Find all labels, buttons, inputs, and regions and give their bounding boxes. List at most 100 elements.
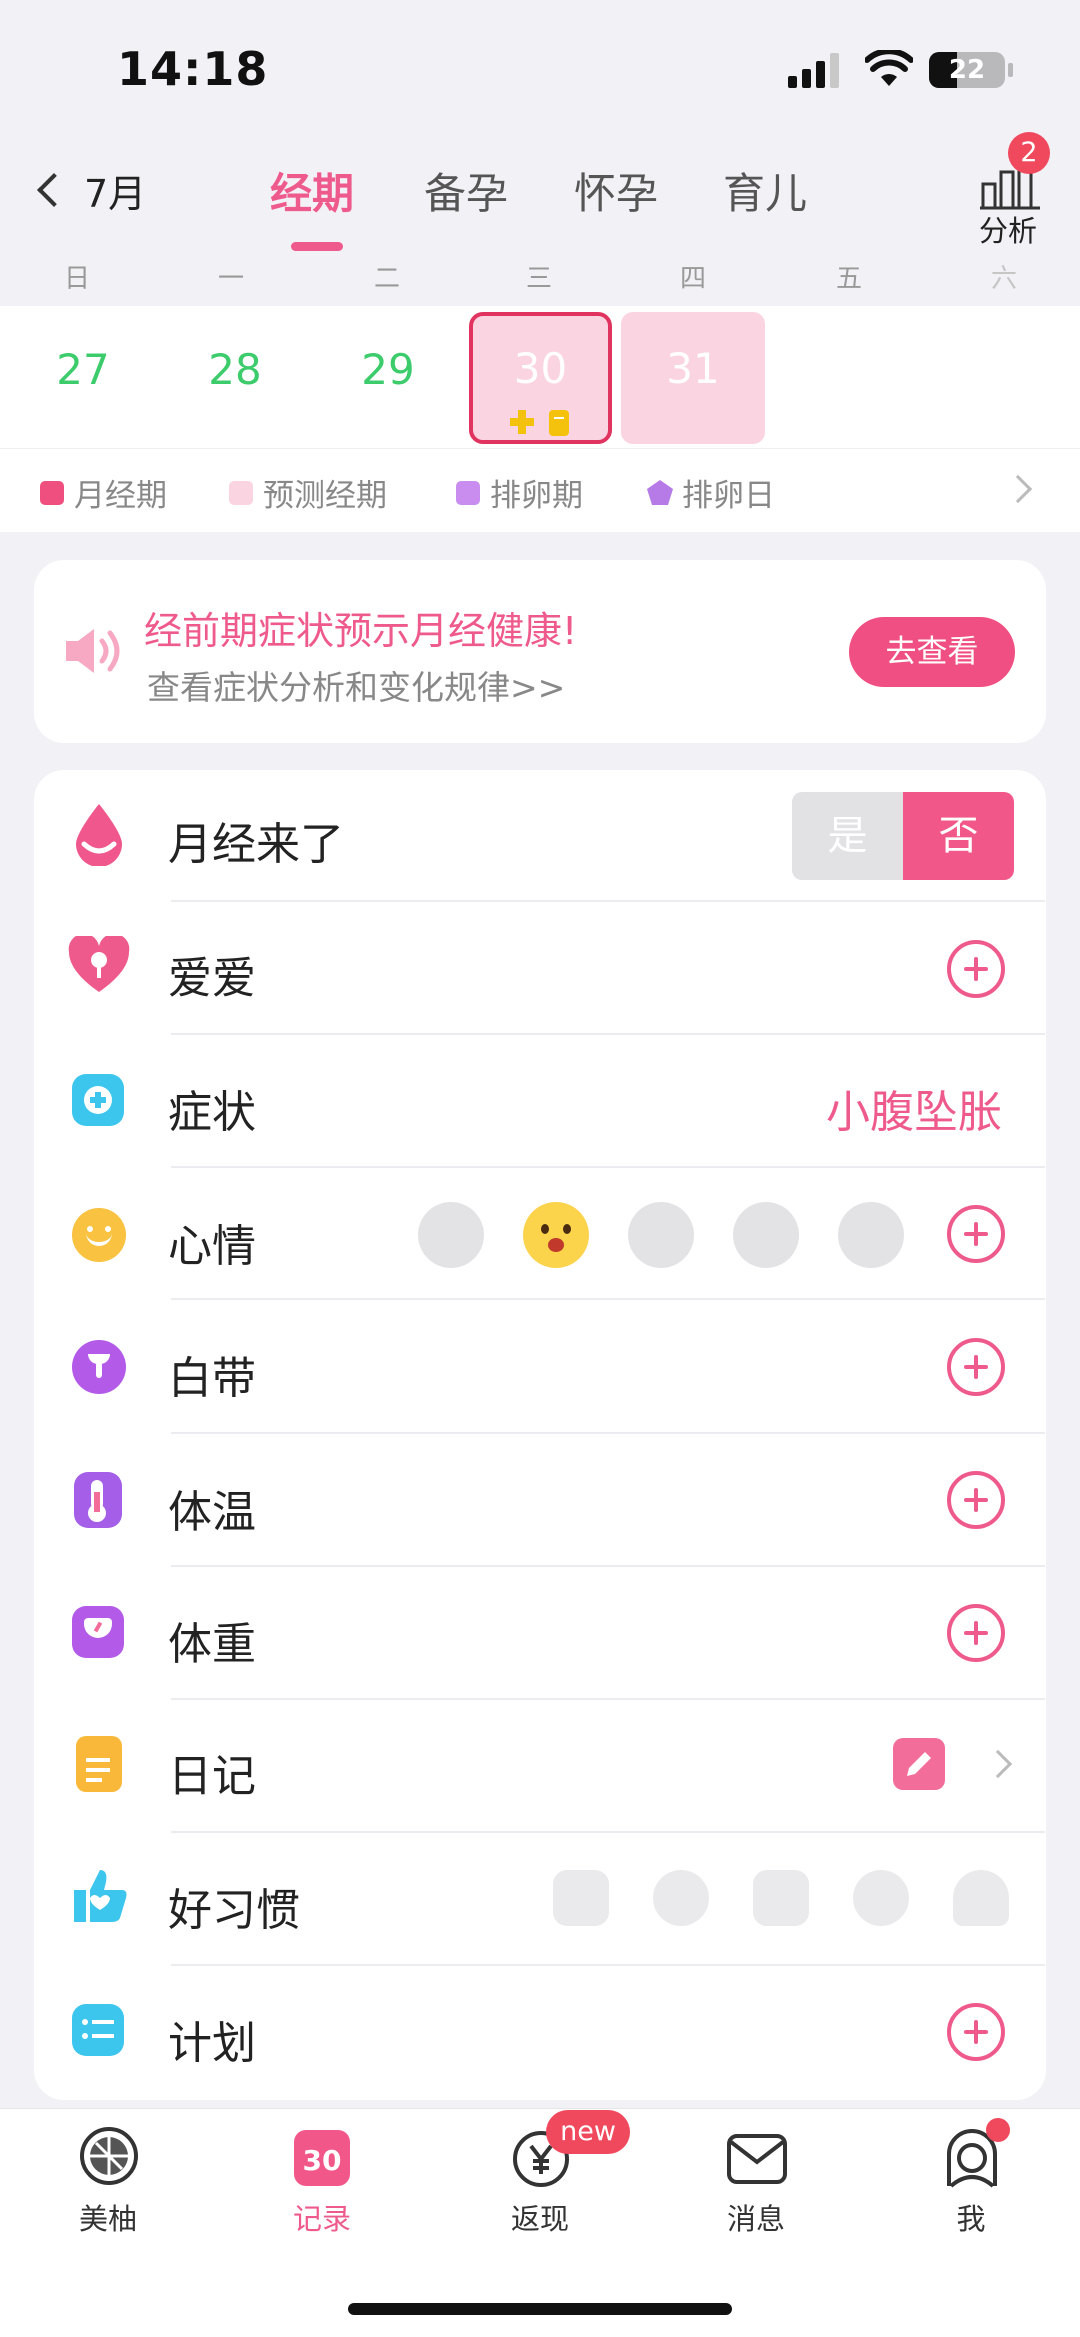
period-yes-option[interactable]: 是 <box>792 792 903 880</box>
ovulation-swatch <box>456 480 480 505</box>
heart-icon <box>68 936 130 992</box>
row-divider <box>171 1831 1045 1833</box>
pencil-icon <box>907 1752 931 1776</box>
habit-water-icon[interactable] <box>753 1870 809 1926</box>
legend-period: 月经期 <box>40 470 167 515</box>
symptom-value[interactable]: 小腹坠胀 <box>826 1076 1002 1140</box>
tab-parenting[interactable]: 育儿 <box>723 160 807 221</box>
new-badge: new <box>546 2110 630 2154</box>
row-divider <box>171 1166 1045 1168</box>
period-swatch <box>40 480 64 505</box>
habit-poop-icon[interactable] <box>953 1870 1009 1926</box>
mood-label: 心情 <box>168 1221 256 1272</box>
period-toggle[interactable]: 是 否 <box>792 792 1014 880</box>
legend-label: 排卵日 <box>682 478 775 514</box>
tab-period[interactable]: 经期 <box>270 160 354 221</box>
tab-pregnancy[interactable]: 怀孕 <box>574 160 658 221</box>
habit-toast-icon[interactable] <box>553 1870 609 1926</box>
notification-dot <box>986 2118 1010 2142</box>
nav-label-messages: 消息 <box>726 2202 785 2236</box>
add-temperature-button[interactable] <box>947 1471 1005 1529</box>
weekday-wed: 三 <box>525 264 552 294</box>
weekday-fri: 五 <box>835 264 862 294</box>
promo-title: 经前期症状预示月经健康! <box>144 609 578 653</box>
edit-diary-button[interactable] <box>893 1738 945 1790</box>
battery-tip <box>1008 63 1013 77</box>
legend-label: 排卵期 <box>490 478 583 514</box>
row-divider <box>171 1565 1045 1567</box>
promo-subtitle: 查看症状分析和变化规律>> <box>147 668 566 707</box>
mood-crying-icon[interactable] <box>838 1202 904 1268</box>
symptom-label: 症状 <box>168 1087 256 1138</box>
weekday-thu: 四 <box>679 264 706 294</box>
mood-calm-icon[interactable] <box>628 1202 694 1268</box>
legend-predicted: 预测经期 <box>229 470 387 515</box>
mood-sleepy-icon[interactable] <box>418 1202 484 1268</box>
add-discharge-button[interactable] <box>947 1338 1005 1396</box>
drop-icon <box>76 804 122 866</box>
habit-label: 好习惯 <box>168 1885 300 1936</box>
row-divider <box>171 1698 1045 1700</box>
wifi-icon <box>865 50 913 86</box>
plan-list-icon <box>72 2004 124 2056</box>
row-divider <box>171 1298 1045 1300</box>
view-button[interactable]: 去查看 <box>849 617 1015 687</box>
nav-label-cashback: 返现 <box>510 2202 569 2236</box>
legend-label: 预测经期 <box>263 478 387 514</box>
period-label: 月经来了 <box>168 819 344 870</box>
legend-label: 月经期 <box>74 478 167 514</box>
battery-icon: 22 <box>929 52 1005 88</box>
status-time: 14:18 <box>117 42 269 96</box>
legend-ovulation-period: 排卵期 <box>456 470 583 515</box>
row-divider <box>171 1964 1045 1966</box>
weight-label: 体重 <box>168 1619 256 1670</box>
weekday-sun: 日 <box>63 264 90 294</box>
chevron-left-icon <box>37 173 71 207</box>
thumbs-up-icon <box>74 1870 127 1922</box>
calendar-day[interactable]: 28 <box>190 345 280 394</box>
calendar-icon: 30 <box>294 2130 350 2186</box>
back-button[interactable]: 7月 <box>28 160 158 220</box>
analysis-label: 分析 <box>978 214 1037 248</box>
add-plan-button[interactable] <box>947 2003 1005 2061</box>
plan-label: 计划 <box>168 2018 256 2069</box>
predicted-swatch <box>229 480 253 505</box>
selected-day-number: 30 <box>513 344 568 393</box>
mood-sad-icon[interactable] <box>733 1202 799 1268</box>
envelope-icon <box>727 2134 787 2184</box>
mood-happy-icon[interactable] <box>523 1202 589 1268</box>
habit-apple-icon[interactable] <box>653 1870 709 1926</box>
temperature-label: 体温 <box>168 1487 256 1538</box>
calendar-day-predicted[interactable]: 31 <box>621 312 765 444</box>
nav-label-record: 记录 <box>292 2202 351 2236</box>
battery-level: 22 <box>948 55 986 85</box>
period-no-option[interactable]: 否 <box>903 792 1014 880</box>
grapefruit-icon <box>80 2127 138 2185</box>
record-markers-icon <box>510 410 569 436</box>
record-day: 30 <box>302 2144 342 2177</box>
calendar-day[interactable]: 29 <box>343 345 433 394</box>
row-divider <box>171 1033 1045 1035</box>
diary-label: 日记 <box>168 1751 256 1802</box>
love-label: 爱爱 <box>168 953 256 1004</box>
calendar-day[interactable]: 27 <box>38 345 128 394</box>
nav-label-home: 美柚 <box>78 2202 137 2236</box>
discharge-label: 白带 <box>168 1353 256 1404</box>
weekday-sat: 六 <box>990 264 1017 294</box>
tab-prepare-pregnancy[interactable]: 备孕 <box>424 160 508 221</box>
calendar-divider <box>0 448 1080 449</box>
scale-icon <box>72 1606 124 1658</box>
add-love-button[interactable] <box>947 940 1005 998</box>
pentagon-icon <box>647 479 673 505</box>
weekday-tue: 二 <box>373 264 400 294</box>
discharge-icon <box>72 1340 126 1394</box>
home-indicator <box>348 2303 732 2315</box>
legend-ovulation-day: 排卵日 <box>646 470 775 515</box>
calendar-day-selected[interactable]: 30 <box>469 312 612 444</box>
top-nav <box>0 140 1080 265</box>
add-mood-button[interactable] <box>947 1205 1005 1263</box>
add-weight-button[interactable] <box>947 1604 1005 1662</box>
speaker-icon <box>66 629 120 673</box>
habit-sport-icon[interactable] <box>853 1870 909 1926</box>
signal-icon <box>788 53 839 88</box>
